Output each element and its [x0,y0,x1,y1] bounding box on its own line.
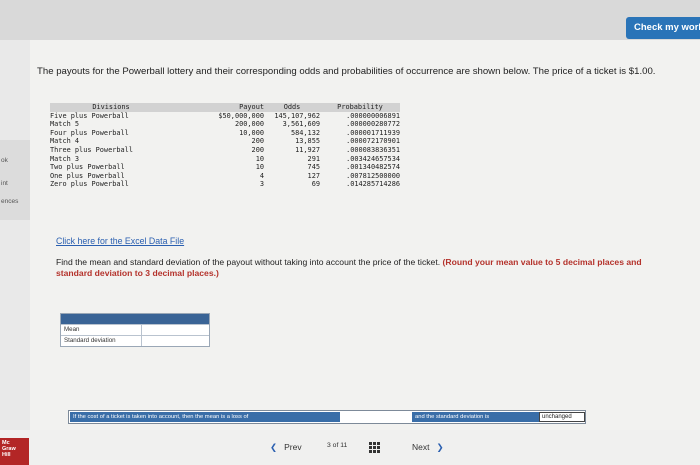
cell-probability: .000083836351 [346,145,400,154]
question-grid-icon[interactable] [369,442,380,453]
cell-payout: 200 [251,137,264,146]
sentence-part1: If the cost of a ticket is taken into ac… [70,412,340,422]
mcgraw-hill-logo: Mc Graw Hill [0,438,29,465]
cell-payout: 10 [255,163,264,172]
table-row: Two plus Powerball 10 745 .001340482574 [50,163,400,172]
excel-data-link[interactable]: Click here for the Excel Data File [56,236,184,246]
cell-division: Four plus Powerball [50,128,129,137]
cell-odds: 13,855 [295,137,320,146]
answer-row-mean: Mean [61,324,209,336]
table-row: One plus Powerball 4 127 .007812500000 [50,172,400,181]
table-row: Five plus Powerball $50,000,000 145,107,96… [50,112,400,121]
cell-odds: 584,132 [290,128,320,137]
cell-division: Two plus Powerball [50,163,125,172]
side-item[interactable]: int [1,180,8,187]
cell-division: One plus Powerball [50,171,125,180]
next-label: Next [412,442,430,452]
question-main: Find the mean and standard deviation of … [56,257,441,267]
cell-division: Match 3 [50,154,80,163]
table-row: Match 5 200,000 3,561,609 .000000280772 [50,120,400,129]
top-bar: Check my work [0,0,700,40]
cell-probability: .000001711939 [346,128,400,137]
deviation-change-dropdown[interactable]: unchanged [539,412,585,422]
side-item[interactable]: ences [1,198,18,205]
table-row: Zero plus Powerball 3 69 .014285714286 [50,180,400,189]
cell-probability: .000000006891 [346,111,400,120]
page-current: 3 [327,442,331,449]
cell-odds: 127 [307,171,320,180]
cell-odds: 11,927 [295,145,320,154]
side-item[interactable]: ok [1,157,8,164]
standard-deviation-label: Standard deviation [64,337,116,344]
table-row: Match 3 10 291 .003424657534 [50,155,400,164]
table-row: Match 4 200 13,855 .000072170901 [50,137,400,146]
side-panel: ok int ences [0,140,30,220]
cell-probability: .000072170901 [346,137,400,146]
powerball-table: Divisions Payout Odds Probability Five p… [50,103,400,189]
sentence-part2: and the standard deviation is [412,412,539,422]
cell-probability: .007812500000 [346,171,400,180]
cell-payout: 200 [251,145,264,154]
table-row: Three plus Powerball 200 11,927 .0000838363… [50,146,400,155]
cell-odds: 291 [307,154,320,163]
prev-button[interactable]: ❮ Prev [270,442,302,453]
page-of: of [332,442,339,449]
answer-table: Mean Standard deviation [60,313,210,347]
problem-intro: The payouts for the Powerball lottery an… [37,66,656,77]
standard-deviation-input[interactable] [141,336,209,346]
cell-odds: 145,107,962 [274,111,320,120]
header-odds: Odds [264,103,320,112]
question-text: Find the mean and standard deviation of … [56,257,676,279]
chevron-left-icon: ❮ [270,442,278,452]
cell-payout: 200,000 [234,120,264,129]
answer-table-header [61,314,209,324]
page-indicator: 3 of 11 [327,442,347,449]
cell-division: Three plus Powerball [50,145,133,154]
cell-division: Zero plus Powerball [50,180,129,189]
next-button[interactable]: Next ❯ [412,442,444,453]
cell-division: Match 5 [50,120,80,129]
cell-payout: 10,000 [239,128,264,137]
header-payout: Payout [172,103,264,112]
cell-payout: 4 [259,171,264,180]
cell-probability: .000000280772 [346,120,400,129]
prev-label: Prev [284,442,302,452]
cell-probability: .014285714286 [346,180,400,189]
check-my-work-button[interactable]: Check my work [626,17,700,39]
cell-payout: 10 [255,154,264,163]
cell-division: Match 4 [50,137,80,146]
bottom-navigation-bar [0,430,700,465]
chevron-right-icon: ❯ [436,442,444,452]
question-panel [30,40,700,430]
cell-division: Five plus Powerball [50,111,129,120]
answer-row-sd: Standard deviation [61,335,209,346]
cell-probability: .003424657534 [346,154,400,163]
cell-payout: $50,000,000 [218,111,264,120]
table-row: Four plus Powerball 10,000 584,132 .0000017… [50,129,400,138]
mean-label: Mean [64,326,80,333]
cell-odds: 745 [307,163,320,172]
cell-odds: 3,561,609 [282,120,320,129]
cell-payout: 3 [259,180,264,189]
conclusion-sentence: If the cost of a ticket is taken into ac… [68,410,586,424]
cell-odds: 69 [311,180,320,189]
cell-probability: .001340482574 [346,163,400,172]
page-total: 11 [340,442,348,449]
table-header-row: Divisions Payout Odds Probability [50,103,400,112]
logo-line: Hill [2,452,11,458]
header-divisions: Divisions [50,103,172,112]
header-probability: Probability [320,103,400,112]
